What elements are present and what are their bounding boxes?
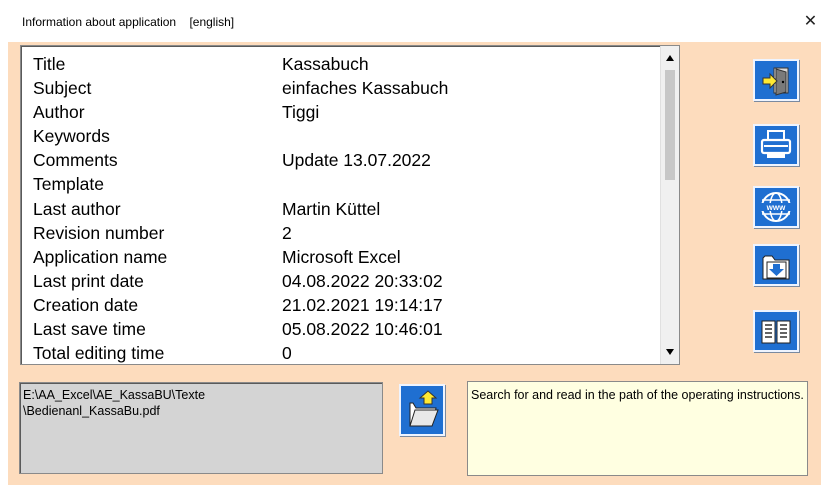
property-label: Author — [33, 102, 85, 123]
property-row[interactable]: Last print date 04.08.2022 20:33:02 — [33, 271, 663, 295]
save-download-button[interactable] — [753, 244, 799, 286]
scrollbar-thumb[interactable] — [665, 70, 675, 180]
property-label: Last save time — [33, 319, 146, 340]
property-row[interactable]: Comments Update 13.07.2022 — [33, 150, 663, 174]
property-row[interactable]: Revision number 2 — [33, 223, 663, 247]
print-button[interactable] — [753, 124, 799, 166]
property-value: 05.08.2022 10:46:01 — [282, 319, 443, 340]
property-label: Subject — [33, 78, 92, 99]
folder-download-icon — [762, 255, 790, 280]
website-button[interactable]: www — [753, 186, 799, 228]
window-title: Information about application [english] — [22, 15, 235, 29]
manual-path-field[interactable]: E:\AA_Excel\AE_KassaBU\Texte \Bedienanl_… — [19, 382, 383, 474]
property-label: Creation date — [33, 294, 139, 315]
exit-button[interactable] — [753, 59, 799, 101]
printer-icon — [760, 130, 792, 158]
property-row[interactable]: Subject einfaches Kassabuch — [33, 78, 663, 102]
property-row[interactable]: Last save time 05.08.2022 10:46:01 — [33, 319, 663, 343]
property-value: 2 — [282, 222, 292, 243]
property-row[interactable]: Title Kassabuch — [33, 54, 663, 78]
property-value: Microsoft Excel — [282, 246, 401, 267]
property-label: Title — [33, 54, 66, 74]
property-value: 21.02.2021 19:14:17 — [282, 294, 443, 315]
open-book-icon — [761, 320, 791, 344]
open-folder-icon — [409, 390, 439, 427]
manual-button[interactable] — [753, 310, 799, 352]
properties-listbox[interactable]: Title Kassabuch Subject einfaches Kassabuch… — [20, 45, 680, 365]
close-button[interactable]: ✕ — [800, 10, 821, 34]
property-value: Tiggi — [282, 102, 320, 123]
property-value: 04.08.2022 20:33:02 — [282, 270, 443, 291]
property-value: einfaches Kassabuch — [282, 78, 449, 99]
property-label: Last author — [33, 198, 121, 219]
vertical-scrollbar[interactable] — [660, 46, 679, 364]
property-value: Update 13.07.2022 — [282, 150, 431, 171]
property-row[interactable]: Total editing time 0 — [33, 343, 663, 364]
title-bar: Information about application [english] … — [0, 0, 821, 42]
help-text-box: Search for and read in the path of the o… — [467, 381, 808, 476]
property-row[interactable]: Keywords — [33, 126, 663, 150]
property-label: Application name — [33, 246, 168, 267]
property-value: Martin Küttel — [282, 198, 381, 219]
property-label: Revision number — [33, 222, 165, 243]
exit-door-icon — [762, 67, 789, 96]
browse-path-button[interactable] — [399, 384, 445, 436]
property-row[interactable]: Template — [33, 174, 663, 198]
path-line-1: E:\AA_Excel\AE_KassaBU\Texte — [23, 388, 206, 402]
property-row[interactable]: Application name Microsoft Excel — [33, 247, 663, 271]
property-value: Kassabuch — [282, 54, 369, 74]
path-line-2: \Bedienanl_KassaBu.pdf — [23, 404, 160, 418]
property-label: Keywords — [33, 126, 110, 147]
property-row[interactable]: Author Tiggi — [33, 102, 663, 126]
property-row[interactable]: Last author Martin Küttel — [33, 199, 663, 223]
property-label: Template — [33, 174, 105, 195]
property-row[interactable]: Creation date 21.02.2021 19:14:17 — [33, 295, 663, 319]
property-label: Last print date — [33, 270, 144, 291]
property-label: Comments — [33, 150, 118, 171]
scroll-down-arrow-icon[interactable] — [664, 346, 676, 358]
www-globe-icon: www — [761, 192, 791, 222]
svg-text:www: www — [766, 203, 786, 212]
property-label: Total editing time — [33, 343, 165, 364]
scroll-up-arrow-icon[interactable] — [664, 52, 676, 64]
property-value: 0 — [282, 343, 292, 364]
properties-list: Title Kassabuch Subject einfaches Kassabuch… — [33, 54, 663, 364]
